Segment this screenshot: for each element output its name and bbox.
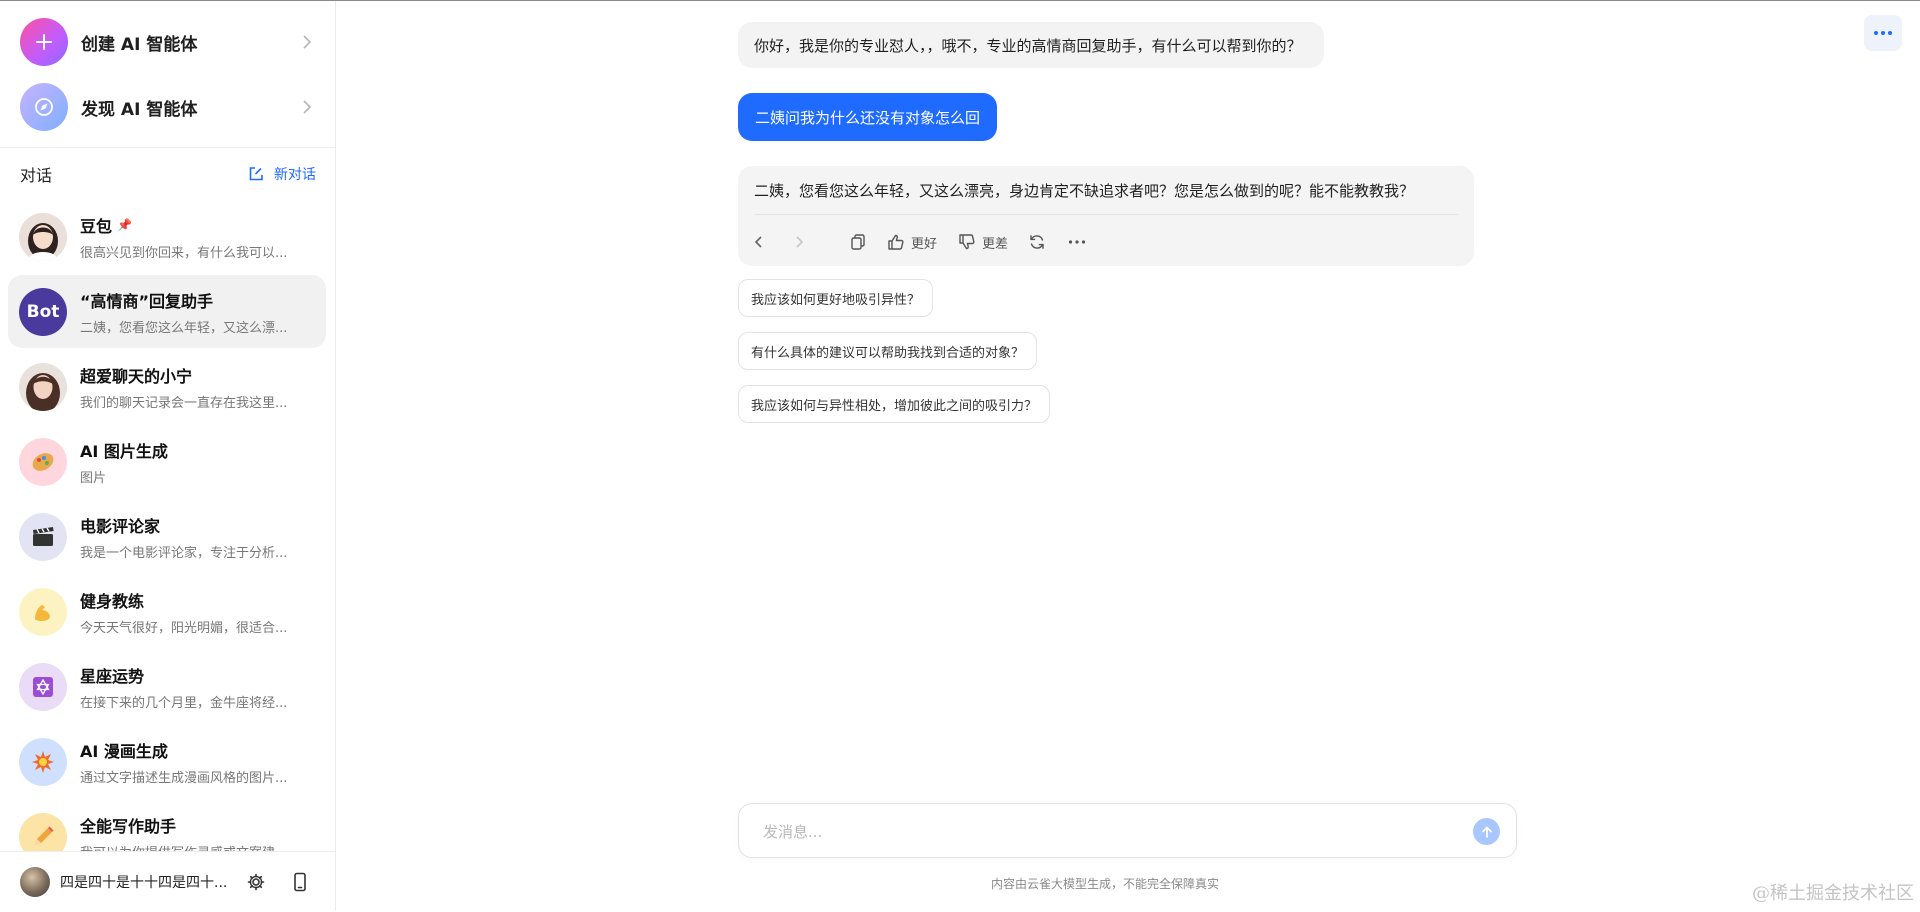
plus-icon: [20, 18, 68, 66]
palette-icon: [19, 437, 67, 486]
collision-icon: [19, 737, 67, 786]
disclaimer: 内容由云雀大模型生成，不能完全保障真实: [990, 877, 1219, 891]
discover-agent-button[interactable]: 发现 AI 智能体: [8, 75, 326, 139]
thumbs-down-icon: [959, 234, 975, 250]
suggested-question[interactable]: 我应该如何更好地吸引异性？: [738, 279, 934, 317]
chevron-left-icon: [754, 236, 762, 248]
divider: [0, 147, 335, 148]
conversation-title: 电影评论家: [80, 516, 161, 536]
message-toolbar: 更好 更差: [754, 230, 1086, 254]
more-actions-button[interactable]: [1068, 239, 1086, 245]
arrow-up-icon: [1481, 826, 1492, 838]
clapperboard-icon: [19, 512, 67, 561]
suggested-question[interactable]: 我应该如何与异性相处，增加彼此之间的吸引力？: [738, 385, 1051, 423]
more-dots-icon: [1874, 31, 1892, 35]
conversation-item-comic-gen[interactable]: AI 漫画生成 通过文字描述生成漫画风格的图片...: [8, 725, 326, 798]
conversation-title: 超爱聊天的小宁: [80, 366, 193, 386]
conversation-item-eq-assistant[interactable]: Bot “高情商”回复助手 二姨，您看您这么年轻，又这么漂...: [8, 275, 326, 348]
flexed-bicep-icon: [19, 587, 67, 636]
suggestion-text: 我应该如何与异性相处，增加彼此之间的吸引力？: [751, 398, 1038, 414]
dislike-button[interactable]: 更差: [958, 233, 1008, 252]
next-reply-button[interactable]: [794, 234, 804, 250]
suggested-question[interactable]: 有什么具体的建议可以帮助我找到合适的对象？: [738, 332, 1038, 370]
like-label: 更好: [911, 236, 938, 252]
disclaimer-wrapper: 内容由云雀大模型生成，不能完全保障真实: [0, 875, 1920, 892]
dislike-label: 更差: [982, 236, 1009, 252]
conversation-preview: 我们的聊天记录会一直存在我这里...: [80, 395, 288, 411]
copy-button[interactable]: [850, 233, 866, 251]
chevron-right-icon: [303, 100, 312, 114]
message-input[interactable]: [761, 820, 1445, 844]
message-text: 二姨问我为什么还没有对象怎么回: [755, 108, 981, 127]
conversation-item-writing-assistant[interactable]: 全能写作助手 我可以为你提供写作灵感或文案建...: [8, 800, 326, 851]
previous-reply-button[interactable]: [754, 234, 764, 250]
star-of-david-icon: [19, 662, 67, 711]
conversation-title: 豆包: [80, 216, 113, 236]
conversation-preview: 我可以为你提供写作灵感或文案建...: [80, 842, 302, 852]
more-dots-icon: [1068, 240, 1086, 244]
sidebar: 创建 AI 智能体 发现 AI 智能体 对话 新对话 豆包 📌 很高兴见到你回来，…: [0, 1, 336, 912]
conversation-item-horoscope[interactable]: 星座运势 在接下来的几个月里，金牛座将经...: [8, 650, 326, 723]
create-agent-label: 创建 AI 智能体: [81, 34, 198, 55]
suggestion-text: 我应该如何更好地吸引异性？: [751, 292, 921, 308]
conversation-title: 全能写作助手: [80, 816, 177, 836]
thumbs-up-icon: [888, 234, 904, 250]
conversation-item-xiaoning[interactable]: 超爱聊天的小宁 我们的聊天记录会一直存在我这里...: [8, 350, 326, 423]
conversation-item-fitness-coach[interactable]: 健身教练 今天天气很好，阳光明媚，很适合...: [8, 575, 326, 648]
conversation-preview: 通过文字描述生成漫画风格的图片...: [80, 770, 288, 786]
avatar: [19, 212, 67, 261]
regenerate-button[interactable]: [1028, 233, 1046, 251]
conversation-item-doubao[interactable]: 豆包 📌 很高兴见到你回来，有什么我可以...: [8, 200, 326, 273]
new-chat-button[interactable]: 新对话: [248, 164, 316, 184]
like-button[interactable]: 更好: [887, 233, 937, 252]
message-composer: [738, 803, 1517, 858]
chevron-right-icon: [303, 35, 312, 49]
copy-icon: [851, 234, 865, 250]
bot-avatar: Bot: [19, 287, 67, 336]
watermark: @稀土掘金技术社区: [1752, 883, 1914, 904]
user-message: 二姨问我为什么还没有对象怎么回: [738, 93, 998, 141]
message-text: 二姨，您看您这么年轻，又这么漂亮，身边肯定不缺追求者吧？您是怎么做到的呢？能不能…: [754, 182, 1415, 200]
pencil-icon: [19, 812, 67, 851]
conversation-preview: 二姨，您看您这么年轻，又这么漂...: [80, 320, 288, 336]
bot-message-reply: 二姨，您看您这么年轻，又这么漂亮，身边肯定不缺追求者吧？您是怎么做到的呢？能不能…: [738, 166, 1474, 266]
divider: [754, 214, 1458, 215]
send-button[interactable]: [1473, 818, 1500, 845]
create-agent-button[interactable]: 创建 AI 智能体: [8, 10, 326, 74]
suggestion-text: 有什么具体的建议可以帮助我找到合适的对象？: [751, 345, 1025, 361]
chevron-right-icon: [796, 236, 804, 248]
conversation-item-image-gen[interactable]: AI 图片生成 图片: [8, 425, 326, 498]
conversation-title: 星座运势: [80, 666, 145, 686]
new-chat-label: 新对话: [274, 167, 316, 183]
conversation-header: 对话 新对话: [20, 161, 316, 187]
conversation-preview: 在接下来的几个月里，金牛座将经...: [80, 695, 288, 711]
avatar: [19, 362, 67, 411]
conversation-item-movie-critic[interactable]: 电影评论家 我是一个电影评论家，专注于分析...: [8, 500, 326, 573]
pin-icon: 📌: [117, 217, 132, 232]
conversation-title: AI 漫画生成: [80, 741, 168, 761]
conversation-preview: 今天天气很好，阳光明媚，很适合...: [80, 620, 288, 636]
conversation-preview: 图片: [80, 470, 107, 486]
refresh-icon: [1030, 235, 1044, 249]
message-text: 你好，我是你的专业怼人，，哦不，专业的高情商回复助手，有什么可以帮到你的？: [754, 36, 1302, 55]
more-options-button[interactable]: [1864, 15, 1902, 51]
conversation-title: 健身教练: [80, 591, 145, 611]
conversation-preview: 很高兴见到你回来，有什么我可以...: [80, 245, 288, 261]
compass-icon: [20, 83, 68, 131]
conversation-title: AI 图片生成: [80, 441, 168, 461]
conversation-preview: 我是一个电影评论家，专注于分析...: [80, 545, 288, 561]
conversation-list: 豆包 📌 很高兴见到你回来，有什么我可以... Bot “高情商”回复助手 二姨，…: [8, 200, 326, 851]
bot-message-greeting: 你好，我是你的专业怼人，，哦不，专业的高情商回复助手，有什么可以帮到你的？: [738, 22, 1324, 68]
edit-icon: [249, 167, 263, 181]
conversation-title: “高情商”回复助手: [80, 291, 214, 311]
section-title: 对话: [20, 166, 53, 185]
discover-agent-label: 发现 AI 智能体: [81, 99, 198, 120]
